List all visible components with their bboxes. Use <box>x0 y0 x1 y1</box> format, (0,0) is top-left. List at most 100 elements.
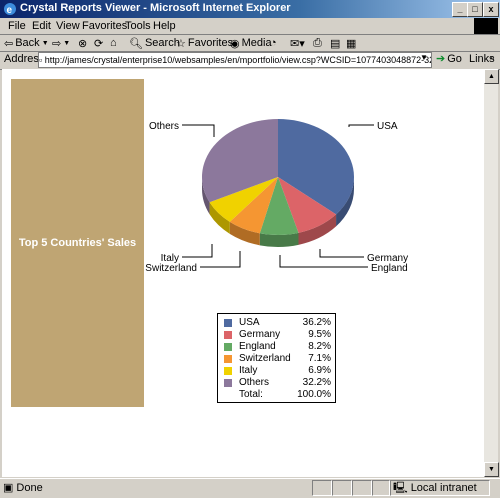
address-field[interactable]: ▫ http://james/crystal/enterprise10/webs… <box>38 52 432 68</box>
go-button[interactable]: ➔ Go <box>436 52 462 66</box>
legend-label: Others <box>239 377 270 388</box>
media-icon: ◉ <box>230 37 240 50</box>
favorites-label: Favorites <box>187 37 234 49</box>
legend-swatch <box>224 343 232 351</box>
pie-label-italy: Italy <box>161 253 179 264</box>
leader-line-switzerland <box>200 251 241 268</box>
menu-edit[interactable]: Edit <box>32 20 51 32</box>
search-icon: 🔍︎ <box>129 37 143 50</box>
stop-icon: ⊗ <box>78 37 88 50</box>
go-label: Go <box>447 52 462 65</box>
legend-swatch <box>224 355 232 363</box>
media-button[interactable]: ◉ Media <box>230 36 272 50</box>
legend-swatch <box>224 331 232 339</box>
address-url: http://james/crystal/enterprise10/websam… <box>44 55 432 65</box>
menu-help[interactable]: Help <box>153 20 176 32</box>
chevron-down-icon: ▼ <box>41 39 49 47</box>
page-done-icon: ▣ <box>3 482 14 494</box>
leader-line-usa <box>348 124 374 127</box>
legend-label: Germany <box>239 329 281 340</box>
window-title: Crystal Reports Viewer - Microsoft Inter… <box>20 2 291 14</box>
maximize-button[interactable]: □ <box>467 2 483 17</box>
legend-percent: 32.2% <box>302 377 331 388</box>
legend-label: Italy <box>239 365 258 376</box>
back-button[interactable]: ⇦ Back ▼ <box>4 36 49 50</box>
mail-icon: ✉▾ <box>290 37 305 50</box>
title-bar: e Crystal Reports Viewer - Microsoft Int… <box>0 0 500 18</box>
windows-logo <box>474 18 498 34</box>
refresh-button[interactable]: ⟳ <box>94 36 103 50</box>
back-arrow-icon: ⇦ <box>4 37 14 50</box>
legend-percent: 36.2% <box>302 317 331 328</box>
status-cell <box>372 480 390 496</box>
go-arrow-icon: ➔ <box>436 53 446 65</box>
mail-button[interactable]: ✉▾ <box>290 36 305 50</box>
print-button[interactable]: ⎙ <box>313 36 322 50</box>
forward-arrow-icon: ⇨ <box>52 37 62 50</box>
pie-label-usa: USA <box>377 121 398 132</box>
legend-label: Total: <box>239 389 263 400</box>
vertical-scrollbar[interactable]: ▲ ▼ <box>484 69 499 477</box>
leader-line-italy <box>182 244 213 258</box>
zone-indicator: 🖳 Local intranet <box>390 480 490 496</box>
discuss-button[interactable]: ▦ <box>346 36 356 50</box>
search-button[interactable]: 🔍︎ Search <box>129 36 180 50</box>
toolbar: ⇦ Back ▼ ⇨ ▼ ⊗ ⟳ ⌂ 🔍︎ Search ☆ Favorites… <box>0 35 500 52</box>
address-dropdown-icon[interactable]: ▼ <box>420 53 428 62</box>
ie-icon: e <box>4 3 16 16</box>
edit-button[interactable]: ▤ <box>330 36 340 50</box>
home-icon: ⌂ <box>110 37 117 49</box>
close-button[interactable]: x <box>483 2 499 17</box>
legend-percent: 9.5% <box>308 329 331 340</box>
favorites-icon: ☆ <box>176 37 186 50</box>
zone-label: Local intranet <box>410 482 477 494</box>
chart-legend: USA 36.2% Germany 9.5% England 8.2% Switzerlan… <box>217 313 336 403</box>
status-cell <box>312 480 332 496</box>
menu-file[interactable]: File <box>8 20 26 32</box>
status-cell <box>332 480 352 496</box>
legend-item-italy: Italy 6.9% <box>218 365 335 377</box>
legend-item-germany: Germany 9.5% <box>218 329 335 341</box>
chevron-down-icon: ▼ <box>63 39 71 47</box>
legend-label: Switzerland <box>239 353 291 364</box>
favorites-button[interactable]: ☆ Favorites <box>176 36 233 50</box>
page-content: Top 5 Countries' Sales USA Germany England… <box>2 69 484 477</box>
legend-label: England <box>239 341 276 352</box>
legend-item-others: Others 32.2% <box>218 377 335 389</box>
legend-item-switzerland: Switzerland 7.1% <box>218 353 335 365</box>
pie-label-others: Others <box>149 121 179 132</box>
home-button[interactable]: ⌂ <box>110 36 117 50</box>
history-icon: ◔ <box>270 37 277 49</box>
legend-swatch <box>224 367 232 375</box>
leader-line-germany <box>319 249 364 258</box>
stop-button[interactable]: ⊗ <box>78 36 87 50</box>
forward-button[interactable]: ⇨ ▼ <box>52 36 70 50</box>
legend-item-england: England 8.2% <box>218 341 335 353</box>
media-label: Media <box>241 37 272 49</box>
history-button[interactable]: ◔ <box>270 36 277 50</box>
menu-tools[interactable]: Tools <box>125 20 151 32</box>
status-cell <box>352 480 372 496</box>
legend-total: Total: 100.0% <box>218 389 335 401</box>
search-label: Search <box>144 37 180 49</box>
status-text: Done <box>16 481 43 494</box>
chevron-right-icon[interactable]: » <box>490 53 494 62</box>
legend-percent: 7.1% <box>308 353 331 364</box>
scroll-down-icon[interactable]: ▼ <box>484 462 499 477</box>
menu-view[interactable]: View <box>56 20 80 32</box>
refresh-icon: ⟳ <box>94 37 104 50</box>
legend-item-usa: USA 36.2% <box>218 317 335 329</box>
pie-label-england: England <box>371 263 408 274</box>
print-icon: ⎙ <box>313 36 322 49</box>
status-bar: ▣ Done 🖳 Local intranet <box>0 478 500 496</box>
pie-label-switzerland: Switzerland <box>145 263 197 274</box>
menu-favorites[interactable]: Favorites <box>82 20 127 32</box>
back-label: Back <box>15 37 40 49</box>
legend-percent: 100.0% <box>297 389 331 400</box>
minimize-button[interactable]: _ <box>452 2 468 17</box>
legend-percent: 6.9% <box>308 365 331 376</box>
status-done: ▣ Done <box>3 481 43 495</box>
address-bar: Address ▫ http://james/crystal/enterpris… <box>0 51 500 70</box>
scroll-up-icon[interactable]: ▲ <box>484 69 499 84</box>
legend-percent: 8.2% <box>308 341 331 352</box>
